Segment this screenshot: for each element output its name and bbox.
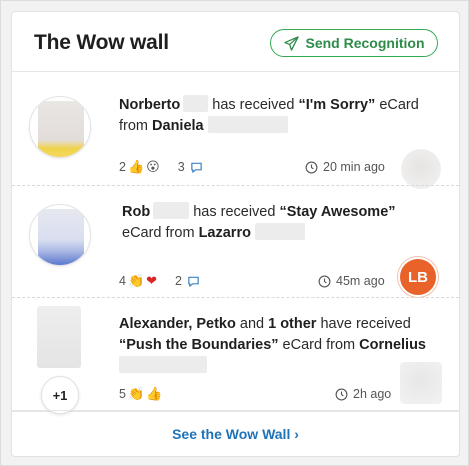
additional-recipients-badge[interactable]: +1 <box>41 376 79 414</box>
redacted-text <box>183 95 209 112</box>
card-footer: See the Wow Wall › <box>12 410 459 456</box>
feed-item[interactable]: Alexander, Petko and 1 other have receiv… <box>12 298 459 412</box>
sender-name[interactable]: Daniela <box>152 118 204 134</box>
send-recognition-button[interactable]: Send Recognition <box>270 29 438 57</box>
comment-count: 2 <box>175 274 182 288</box>
widget-frame: The Wow wall Send Recognition Norberto h… <box>0 0 469 466</box>
recipient-name[interactable]: Norberto <box>119 97 180 113</box>
message-text: has received <box>208 97 299 113</box>
redacted-text <box>153 202 190 219</box>
sender-avatar[interactable] <box>401 149 441 189</box>
redacted-text <box>119 356 207 373</box>
thumbs-up-icon: 👍 <box>146 386 163 401</box>
reaction-count: 4 <box>119 274 126 288</box>
clapping-hands-icon: 👏 <box>127 386 145 401</box>
surprised-face-icon: 😮 <box>146 159 160 174</box>
reactions-bar[interactable]: 5 👏 👍 <box>119 386 163 402</box>
timestamp-text: 45m ago <box>336 274 385 288</box>
sender-name[interactable]: Lazarro <box>199 225 251 241</box>
recipient-name[interactable]: Rob <box>122 204 150 220</box>
feed-item[interactable]: Rob has received “Stay Awesome” eCard fr… <box>12 186 459 298</box>
feed-message: Alexander, Petko and 1 other have receiv… <box>119 314 441 377</box>
timestamp-text: 20 min ago <box>323 160 385 174</box>
reaction-count: 5 <box>119 387 126 401</box>
clapping-hands-icon: 👏 <box>127 273 145 288</box>
redacted-text <box>254 223 305 240</box>
heart-icon: ❤ <box>146 273 158 288</box>
timestamp: 45m ago <box>318 274 385 288</box>
feed-item[interactable]: Norberto has received “I'm Sorry” eCard … <box>12 72 459 189</box>
recipient-avatar[interactable] <box>29 96 91 158</box>
timestamp: 2h ago <box>335 387 391 401</box>
message-text: have received <box>316 316 411 332</box>
card-header: The Wow wall Send Recognition <box>12 12 459 72</box>
message-text: eCard <box>375 97 419 113</box>
reactions-bar[interactable]: 4 👏 ❤ 2 <box>119 274 200 288</box>
comment-icon[interactable] <box>187 275 200 288</box>
message-text: eCard from <box>278 337 360 353</box>
timestamp: 20 min ago <box>305 160 385 174</box>
see-wow-wall-link[interactable]: See the Wow Wall › <box>172 426 299 442</box>
feed-message: Rob has received “Stay Awesome” eCard fr… <box>122 202 441 244</box>
reaction-count: 2 <box>119 160 126 174</box>
clock-icon <box>305 161 318 173</box>
message-text: has received <box>189 204 280 220</box>
ecard-name[interactable]: “Stay Awesome” <box>279 204 395 220</box>
message-text: and <box>235 316 269 332</box>
clock-icon <box>318 275 331 287</box>
wow-wall-card: The Wow wall Send Recognition Norberto h… <box>11 11 460 457</box>
other-recipients-link[interactable]: 1 other <box>268 316 316 332</box>
clock-icon <box>335 388 348 400</box>
recipient-names[interactable]: Alexander, Petko <box>119 316 236 332</box>
paper-plane-icon <box>283 35 299 51</box>
avatar-photo <box>38 101 84 157</box>
recipient-avatar-photo[interactable] <box>37 306 81 368</box>
redacted-text <box>207 116 288 133</box>
thumbs-up-icon: 👍 <box>127 159 145 174</box>
comment-icon[interactable] <box>190 161 203 174</box>
message-text: from <box>119 118 153 134</box>
timestamp-text: 2h ago <box>353 387 392 401</box>
card-title: The Wow wall <box>34 31 169 54</box>
message-text: eCard from <box>122 225 199 241</box>
ecard-name[interactable]: “I'm Sorry” <box>299 97 376 113</box>
sender-avatar[interactable] <box>400 362 442 404</box>
send-recognition-label: Send Recognition <box>305 35 425 51</box>
avatar-photo <box>38 209 84 265</box>
feed-message: Norberto has received “I'm Sorry” eCard … <box>119 95 441 137</box>
sender-avatar-initials[interactable]: LB <box>398 257 438 297</box>
comment-count: 3 <box>177 160 185 174</box>
ecard-name[interactable]: “Push the Boundaries” <box>119 337 279 353</box>
sender-name[interactable]: Cornelius <box>359 337 426 353</box>
reactions-bar[interactable]: 2 👍 😮 3 <box>119 160 203 174</box>
recipient-avatar[interactable] <box>29 204 91 266</box>
